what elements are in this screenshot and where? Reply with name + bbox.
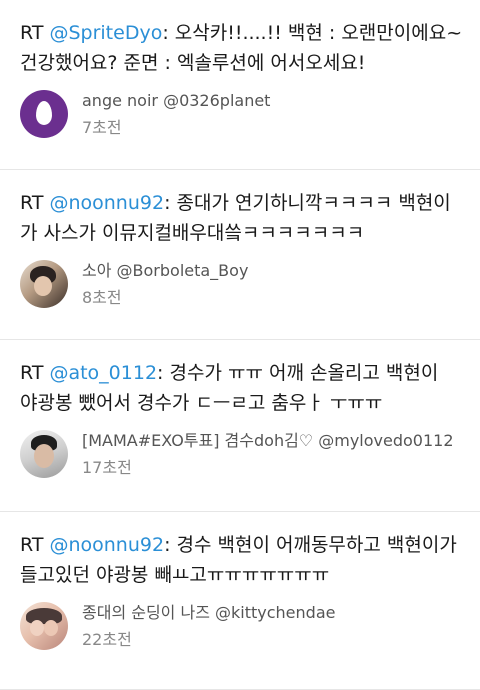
tweet-item[interactable]: RT @SpriteDyo: 오삭카!!....!! 백현 : 오랜만이에요~ …: [0, 0, 480, 170]
tweet-text: RT @SpriteDyo: 오삭카!!....!! 백현 : 오랜만이에요~ …: [20, 18, 480, 78]
mention-link[interactable]: @ato_0112: [49, 362, 157, 384]
mention-link[interactable]: @SpriteDyo: [49, 22, 162, 44]
timestamp: 17초전: [82, 458, 132, 477]
rt-prefix: RT: [20, 362, 50, 384]
mention-link[interactable]: @noonnu92: [49, 534, 164, 556]
tweet-meta: ange noir @0326planet 7초전: [20, 90, 480, 140]
tweet-meta: [MAMA#EXO투표] 겸수doh김♡ @mylovedo0112 17초전: [20, 430, 480, 480]
tweet-feed: RT @SpriteDyo: 오삭카!!....!! 백현 : 오랜만이에요~ …: [0, 0, 480, 690]
mention-link[interactable]: @noonnu92: [49, 192, 164, 214]
author-name[interactable]: 종대의 순딩이 나즈 @kittychendae: [82, 601, 335, 625]
tweet-text-line: 들고있던 야광봉 빼ㅛ고ㅠㅠㅠㅠㅠㅠㅠ: [20, 564, 330, 586]
author-block: ange noir @0326planet 7초전: [82, 89, 270, 140]
egg-icon: [36, 101, 52, 125]
avatar-photo-face: [34, 444, 54, 468]
tweet-text-line: RT @SpriteDyo: 오삭카!!....!! 백현 : 오랜만이에요~: [20, 18, 480, 48]
tweet-text-line: 가 사스가 이뮤지컬배우대씈ㅋㅋㅋㅋㅋㅋㅋ: [20, 222, 365, 244]
rt-prefix: RT: [20, 22, 50, 44]
author-name[interactable]: ange noir @0326planet: [82, 89, 270, 113]
avatar[interactable]: [20, 430, 68, 478]
rt-prefix: RT: [20, 534, 50, 556]
tweet-text-rest: : 경수가 ㅠㅠ 어깨 손올리고 백현이: [157, 362, 439, 384]
tweet-item[interactable]: RT @noonnu92: 경수 백현이 어깨동무하고 백현이가 들고있던 야광…: [0, 512, 480, 690]
tweet-text-line: RT @ato_0112: 경수가 ㅠㅠ 어깨 손올리고 백현이: [20, 358, 480, 388]
rt-prefix: RT: [20, 192, 50, 214]
avatar-photo-face: [34, 276, 52, 296]
author-name[interactable]: 소아 @Borboleta_Boy: [82, 259, 248, 283]
tweet-text: RT @noonnu92: 경수 백현이 어깨동무하고 백현이가 들고있던 야광…: [20, 530, 480, 590]
tweet-text: RT @ato_0112: 경수가 ㅠㅠ 어깨 손올리고 백현이 야광봉 뺐어서…: [20, 358, 480, 418]
avatar-photo-face: [30, 620, 44, 636]
tweet-text-line: RT @noonnu92: 종대가 연기하니깍ㅋㅋㅋㅋ 백현이: [20, 188, 480, 218]
tweet-meta: 종대의 순딩이 나즈 @kittychendae 22초전: [20, 602, 480, 652]
avatar[interactable]: [20, 260, 68, 308]
tweet-item[interactable]: RT @ato_0112: 경수가 ㅠㅠ 어깨 손올리고 백현이 야광봉 뺐어서…: [0, 340, 480, 512]
timestamp: 22초전: [82, 630, 132, 649]
tweet-text-rest: : 경수 백현이 어깨동무하고 백현이가: [164, 534, 457, 556]
tweet-text-rest: : 종대가 연기하니깍ㅋㅋㅋㅋ 백현이: [164, 192, 451, 214]
tweet-text: RT @noonnu92: 종대가 연기하니깍ㅋㅋㅋㅋ 백현이 가 사스가 이뮤…: [20, 188, 480, 248]
avatar-photo-face: [44, 620, 58, 636]
timestamp: 7초전: [82, 118, 122, 137]
avatar[interactable]: [20, 90, 68, 138]
timestamp: 8초전: [82, 288, 122, 307]
author-block: [MAMA#EXO투표] 겸수doh김♡ @mylovedo0112 17초전: [82, 429, 454, 480]
tweet-text-line: 야광봉 뺐어서 경수가 ㄷㅡㄹ고 춤우ㅏ ㅜㅠㅠ: [20, 392, 383, 414]
tweet-item[interactable]: RT @noonnu92: 종대가 연기하니깍ㅋㅋㅋㅋ 백현이 가 사스가 이뮤…: [0, 170, 480, 340]
avatar[interactable]: [20, 602, 68, 650]
author-block: 종대의 순딩이 나즈 @kittychendae 22초전: [82, 601, 335, 652]
tweet-text-line: RT @noonnu92: 경수 백현이 어깨동무하고 백현이가: [20, 530, 480, 560]
tweet-text-line: 건강했어요? 준면 : 엑솔루션에 어서오세요!: [20, 52, 366, 74]
author-block: 소아 @Borboleta_Boy 8초전: [82, 259, 248, 310]
author-name[interactable]: [MAMA#EXO투표] 겸수doh김♡ @mylovedo0112: [82, 429, 454, 453]
tweet-meta: 소아 @Borboleta_Boy 8초전: [20, 260, 480, 310]
tweet-text-rest: : 오삭카!!....!! 백현 : 오랜만이에요~: [162, 22, 463, 44]
